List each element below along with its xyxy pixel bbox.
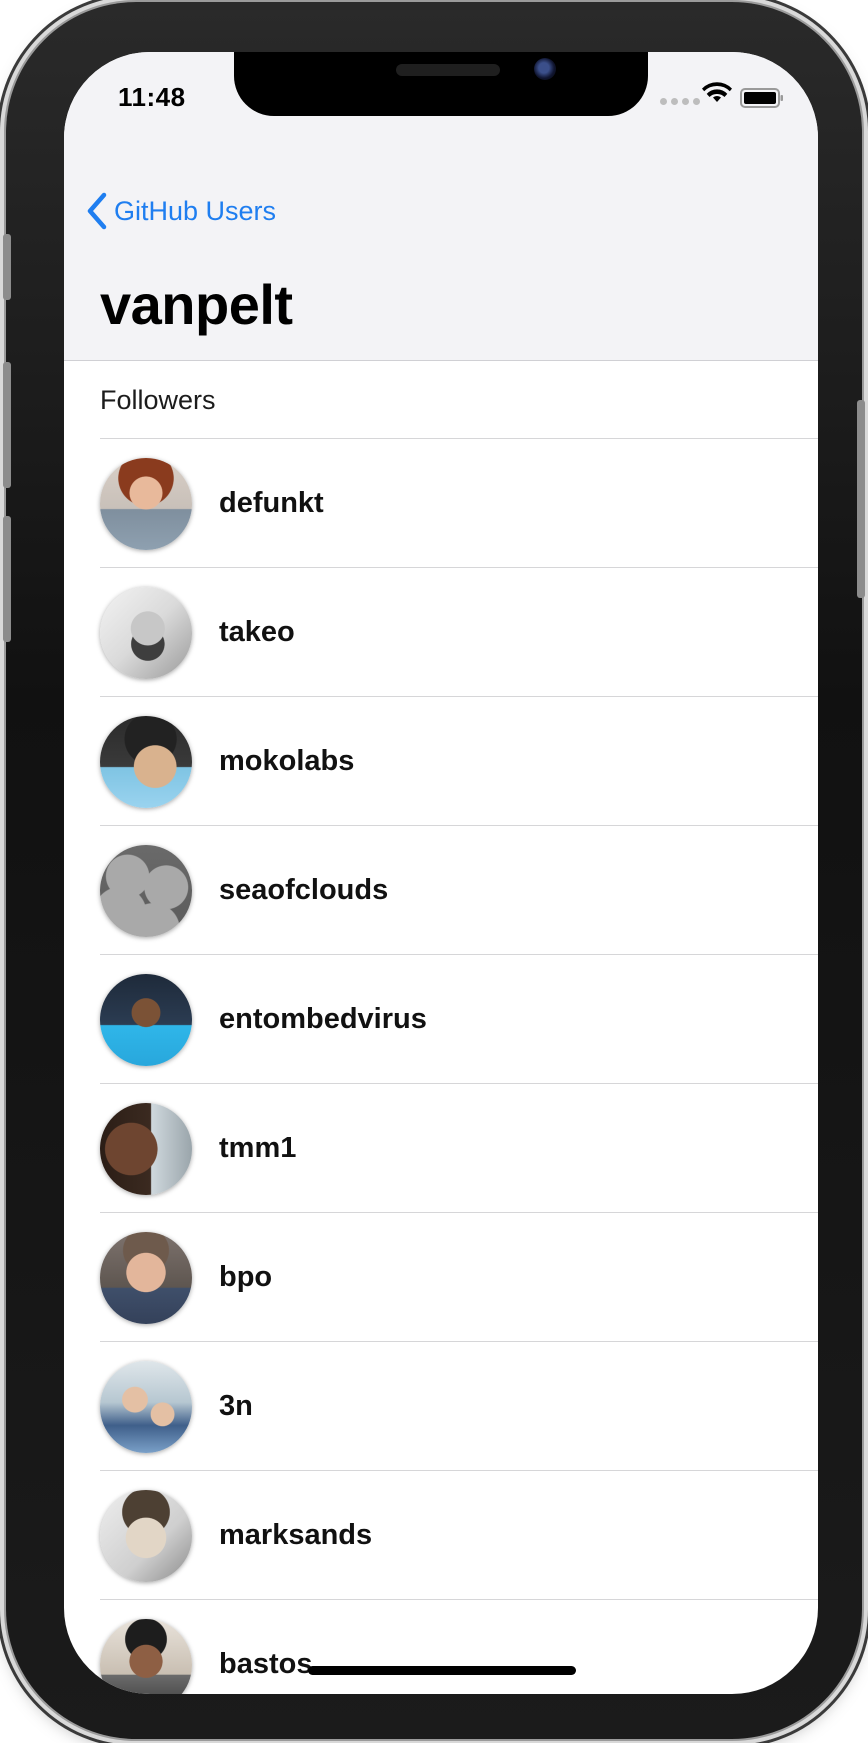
avatar: [100, 973, 192, 1066]
signal-dots-icon: [660, 98, 700, 105]
front-camera: [534, 58, 556, 80]
avatar: [100, 715, 192, 808]
list-item[interactable]: bastos: [64, 1600, 818, 1694]
avatar: [100, 1102, 192, 1195]
iphone-frame: 11:48 GitHub Users vanpelt Followers def…: [3, 2, 865, 1739]
battery-icon: [740, 88, 783, 108]
section-header: Followers: [64, 361, 818, 439]
username-label: seaofclouds: [219, 874, 389, 906]
username-label: 3n: [219, 1390, 253, 1422]
volume-up-button: [3, 362, 11, 488]
list-item[interactable]: marksands: [64, 1471, 818, 1600]
list-item[interactable]: bpo: [64, 1213, 818, 1342]
list-item[interactable]: defunkt: [64, 439, 818, 568]
username-label: defunkt: [219, 487, 324, 519]
mute-switch: [3, 234, 11, 300]
avatar: [100, 1489, 192, 1582]
avatar: [100, 1231, 192, 1324]
page-title: vanpelt: [100, 273, 293, 336]
list-item[interactable]: takeo: [64, 568, 818, 697]
screen: 11:48 GitHub Users vanpelt Followers def…: [64, 52, 818, 1694]
username-label: bpo: [219, 1261, 273, 1293]
list-item[interactable]: tmm1: [64, 1084, 818, 1213]
avatar: [100, 457, 192, 550]
followers-list: Followers defunkt takeo mokolabs seaofcl…: [64, 361, 818, 1694]
username-label: marksands: [219, 1519, 373, 1551]
back-button-label: GitHub Users: [114, 195, 277, 226]
power-button: [857, 400, 865, 598]
username-label: mokolabs: [219, 745, 355, 777]
back-button[interactable]: GitHub Users: [86, 192, 276, 230]
volume-down-button: [3, 516, 11, 642]
username-label: bastos: [219, 1648, 313, 1680]
avatar: [100, 1618, 192, 1694]
avatar: [100, 1360, 192, 1453]
list-item[interactable]: mokolabs: [64, 697, 818, 826]
list-item[interactable]: seaofclouds: [64, 826, 818, 955]
list-item[interactable]: 3n: [64, 1342, 818, 1471]
avatar: [100, 586, 192, 679]
username-label: takeo: [219, 616, 295, 648]
wifi-icon: [702, 82, 732, 102]
list-item[interactable]: entombedvirus: [64, 955, 818, 1084]
navigation-bar: GitHub Users vanpelt: [64, 124, 818, 361]
chevron-left-icon: [87, 192, 107, 230]
home-indicator[interactable]: [308, 1666, 576, 1675]
username-label: tmm1: [219, 1132, 297, 1164]
username-label: entombedvirus: [219, 1003, 427, 1035]
earpiece-speaker: [396, 64, 500, 76]
status-time: 11:48: [118, 82, 186, 112]
notch: [234, 52, 648, 116]
avatar: [100, 844, 192, 937]
